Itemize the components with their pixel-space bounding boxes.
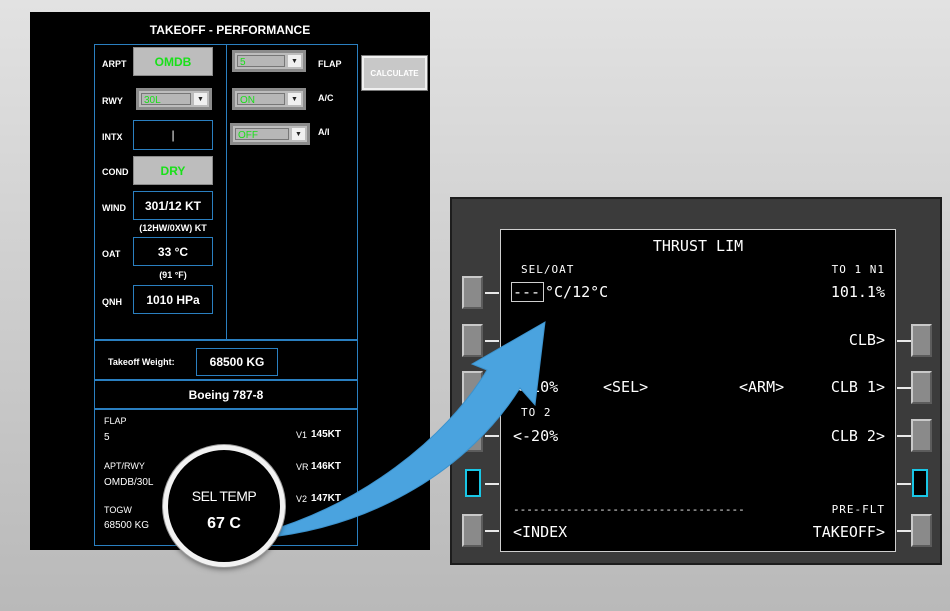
v1-label: V1 (296, 430, 308, 440)
oat-fahrenheit: (91 °F) (159, 270, 187, 280)
cdu-page-title: THRUST LIM (652, 237, 744, 255)
calculate-button[interactable]: CALCULATE (361, 55, 428, 91)
clb2-prompt[interactable]: CLB 2> (831, 427, 885, 445)
wind-components: (12HW/0XW) KT (139, 223, 207, 233)
clb-prompt[interactable]: CLB> (849, 331, 885, 349)
ac-select-value: ON (237, 93, 285, 105)
lsk-3r[interactable] (911, 419, 932, 452)
cond-field[interactable]: DRY (133, 156, 213, 185)
sel-oat-value: °C/12°C (545, 283, 609, 301)
wind-label: WIND (102, 203, 126, 213)
lsk-4l[interactable] (462, 419, 483, 452)
sel-temp-entry-box[interactable]: --- (511, 282, 544, 302)
takeoff-weight-label: Takeoff Weight: (108, 357, 175, 367)
lsk-1r[interactable] (911, 324, 932, 357)
arpt-field[interactable]: OMDB (133, 47, 213, 76)
lsk-6l-tick (485, 530, 499, 532)
aircraft-type: Boeing 787-8 (188, 388, 264, 402)
sel-temp-entry: --- (513, 283, 541, 301)
intx-field[interactable]: | (133, 120, 213, 150)
to2-minus20-prompt[interactable]: <-20% (513, 427, 558, 445)
lsk-1l-tick (485, 292, 499, 294)
ai-select-value: OFF (235, 128, 289, 140)
cdu-divider: ----------------------------------- (513, 503, 745, 516)
clb1-prompt[interactable]: CLB 1> (831, 378, 885, 396)
to1-n1-value: 101.1% (830, 283, 885, 301)
arpt-label: ARPT (102, 59, 127, 69)
vr-label: VR (296, 462, 309, 472)
flap-select-value: 5 (237, 55, 285, 67)
arm-prompt[interactable]: <ARM> (739, 378, 784, 396)
panel-title: TAKEOFF - PERFORMANCE (149, 23, 311, 37)
chevron-down-icon: ▼ (194, 93, 207, 105)
vr-value: 146KT (311, 461, 342, 472)
result-togw-value: 68500 KG (104, 520, 150, 531)
lsk-3l[interactable] (462, 371, 483, 404)
result-aptrwy-label: APT/RWY (104, 461, 145, 471)
flap-select[interactable]: 5 ▼ (232, 50, 306, 72)
lsk-1r-tick (897, 340, 911, 342)
magnifier-label: SEL TEMP (191, 488, 257, 504)
lsk-5r[interactable] (911, 514, 932, 547)
ai-label: A/I (318, 127, 330, 137)
rwy-select[interactable]: 30L ▼ (136, 88, 212, 110)
v2-value: 147KT (311, 493, 342, 504)
to1-n1-label: TO 1 N1 (831, 263, 885, 276)
to2-label: TO 2 (521, 406, 552, 419)
lsk-1l[interactable] (462, 276, 483, 309)
result-flap-label: FLAP (104, 416, 127, 426)
input-group-divider (226, 44, 227, 340)
rwy-select-value: 30L (141, 93, 191, 105)
cond-label: COND (102, 167, 129, 177)
lsk-4r-tick (897, 483, 911, 485)
lsk-3l-tick (485, 387, 499, 389)
oat-field[interactable]: 33 °C (133, 237, 213, 266)
lsk-2l[interactable] (462, 324, 483, 357)
chevron-down-icon: ▼ (288, 55, 301, 67)
cdu-display: THRUST LIM SEL/OAT TO 1 N1 --- °C/12°C 1… (500, 229, 896, 552)
intx-label: INTX (102, 132, 123, 142)
lsk-5l-tick (485, 483, 499, 485)
sel-prompt[interactable]: <SEL> (603, 378, 648, 396)
qnh-label: QNH (102, 297, 122, 307)
cdu-unit: THRUST LIM SEL/OAT TO 1 N1 --- °C/12°C 1… (450, 197, 942, 565)
ac-label: A/C (318, 93, 334, 103)
v2-label: V2 (296, 494, 308, 504)
result-aptrwy-value: OMDB/30L (104, 477, 154, 488)
lsk-2l-tick (485, 340, 499, 342)
flap-label: FLAP (318, 59, 342, 69)
takeoff-weight-field[interactable]: 68500 KG (196, 348, 278, 376)
result-flap-value: 5 (104, 432, 110, 443)
result-togw-label: TOGW (104, 505, 132, 515)
qnh-field[interactable]: 1010 HPa (133, 285, 213, 314)
chevron-down-icon: ▼ (292, 128, 305, 140)
lsk-4l-tick (485, 435, 499, 437)
magnifier-value: 67 C (207, 515, 241, 532)
sel-oat-label: SEL/OAT (521, 263, 575, 276)
preflt-label: PRE-FLT (831, 503, 885, 516)
to1-minus10-prompt[interactable]: <-10% (513, 378, 558, 396)
takeoff-prompt[interactable]: TAKEOFF> (813, 523, 885, 541)
v1-value: 145KT (311, 429, 342, 440)
lsk-2r-tick (897, 387, 911, 389)
lsk-5l[interactable] (465, 469, 481, 497)
lsk-6l[interactable] (462, 514, 483, 547)
lsk-2r[interactable] (911, 371, 932, 404)
rwy-label: RWY (102, 96, 123, 106)
wind-field[interactable]: 301/12 KT (133, 191, 213, 220)
index-prompt[interactable]: <INDEX (513, 523, 567, 541)
lsk-5r-tick (897, 530, 911, 532)
lsk-3r-tick (897, 435, 911, 437)
ac-select[interactable]: ON ▼ (232, 88, 306, 110)
oat-label: OAT (102, 249, 121, 259)
lsk-4r[interactable] (912, 469, 928, 497)
chevron-down-icon: ▼ (288, 93, 301, 105)
sel-temp-magnifier: SEL TEMP 67 C (163, 445, 285, 567)
ai-select[interactable]: OFF ▼ (230, 123, 310, 145)
